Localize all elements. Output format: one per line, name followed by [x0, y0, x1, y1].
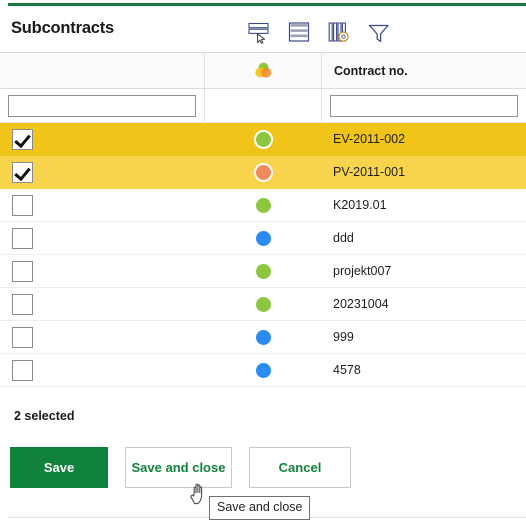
button-tooltip: Save and close — [209, 496, 311, 520]
table-row[interactable]: K2019.01 — [0, 189, 526, 222]
table-row[interactable]: 20231004 — [0, 288, 526, 321]
row-checkbox[interactable] — [12, 194, 33, 216]
selected-count-label: 2 selected — [14, 409, 75, 423]
row-checkbox-cell — [0, 326, 205, 348]
checkbox-column-filter-input[interactable] — [8, 94, 196, 117]
status-dot-icon — [256, 131, 271, 147]
row-checkbox[interactable] — [12, 161, 33, 183]
row-status-cell — [205, 296, 322, 312]
table-row[interactable]: EV-2011-002 — [0, 123, 526, 156]
row-status-cell — [205, 131, 322, 147]
row-checkbox[interactable] — [12, 326, 33, 348]
row-contract-no-cell: projekt007 — [333, 264, 392, 278]
column-header-contract-no[interactable]: Contract no. — [322, 53, 526, 88]
row-contract-no-cell: EV-2011-002 — [333, 132, 406, 146]
filter-cell-status — [205, 89, 322, 122]
save-button[interactable]: Save — [10, 447, 108, 488]
row-checkbox-cell — [0, 128, 205, 150]
table-row[interactable]: PV-2011-001 — [0, 156, 526, 189]
select-rows-icon[interactable] — [244, 17, 274, 47]
row-checkbox-cell — [0, 293, 205, 315]
status-circles-icon — [205, 53, 321, 88]
row-checkbox[interactable] — [12, 128, 33, 150]
table-row[interactable]: projekt007 — [0, 255, 526, 288]
table-row[interactable]: 999 — [0, 321, 526, 354]
row-status-cell — [205, 230, 322, 246]
row-contract-no-cell: ddd — [333, 231, 354, 245]
row-checkbox[interactable] — [12, 260, 33, 282]
status-dot-icon — [256, 362, 271, 378]
status-dot-icon — [256, 329, 271, 345]
row-checkbox-cell — [0, 260, 205, 282]
row-checkbox-cell — [0, 359, 205, 381]
grid-body: EV-2011-002 PV-2011-001 K2019.01 ddd projekt… — [0, 123, 526, 387]
cancel-button[interactable]: Cancel — [249, 447, 351, 488]
row-status-cell — [205, 362, 322, 378]
status-dot-icon — [256, 230, 271, 246]
page-title: Subcontracts — [11, 19, 115, 37]
page-header: Subcontracts — [0, 12, 526, 52]
row-checkbox-cell — [0, 227, 205, 249]
row-status-cell — [205, 329, 322, 345]
row-checkbox[interactable] — [12, 227, 33, 249]
row-contract-no-cell: PV-2011-001 — [333, 165, 406, 179]
row-status-cell — [205, 197, 322, 213]
row-status-cell — [205, 164, 322, 180]
column-header-status[interactable] — [205, 53, 322, 88]
row-contract-no-cell: 999 — [333, 330, 354, 344]
status-dot-icon — [256, 197, 271, 213]
table-row[interactable]: ddd — [0, 222, 526, 255]
contract-no-filter-input[interactable] — [330, 94, 518, 117]
column-header-contract-no-label: Contract no. — [334, 63, 408, 78]
top-accent-bar — [8, 3, 526, 6]
status-dot-icon — [256, 164, 271, 180]
grid-filter-row — [0, 89, 526, 123]
row-status-cell — [205, 263, 322, 279]
grid-toolbar — [244, 17, 394, 47]
row-checkbox[interactable] — [12, 293, 33, 315]
list-view-icon[interactable] — [284, 17, 314, 47]
filter-funnel-icon[interactable] — [364, 17, 394, 47]
row-contract-no-cell: 4578 — [333, 363, 361, 377]
filter-cell-checkbox — [0, 89, 205, 122]
column-settings-icon[interactable] — [324, 17, 354, 47]
column-header-checkbox-label — [0, 53, 204, 88]
status-dot-icon — [256, 263, 271, 279]
row-checkbox-cell — [0, 194, 205, 216]
row-checkbox-cell — [0, 161, 205, 183]
filter-cell-contract — [322, 89, 526, 122]
save-and-close-button[interactable]: Save and close — [125, 447, 232, 488]
table-row[interactable]: 4578 — [0, 354, 526, 387]
row-contract-no-cell: K2019.01 — [333, 198, 387, 212]
row-checkbox[interactable] — [12, 359, 33, 381]
grid-header-row: Contract no. — [0, 52, 526, 89]
column-header-checkbox[interactable] — [0, 53, 205, 88]
row-contract-no-cell: 20231004 — [333, 297, 389, 311]
dialog-button-bar: Save Save and close Cancel — [10, 447, 351, 488]
subcontracts-grid: Contract no. EV-2011-002 PV-2011-001 K2019… — [0, 52, 526, 387]
status-dot-icon — [256, 296, 271, 312]
